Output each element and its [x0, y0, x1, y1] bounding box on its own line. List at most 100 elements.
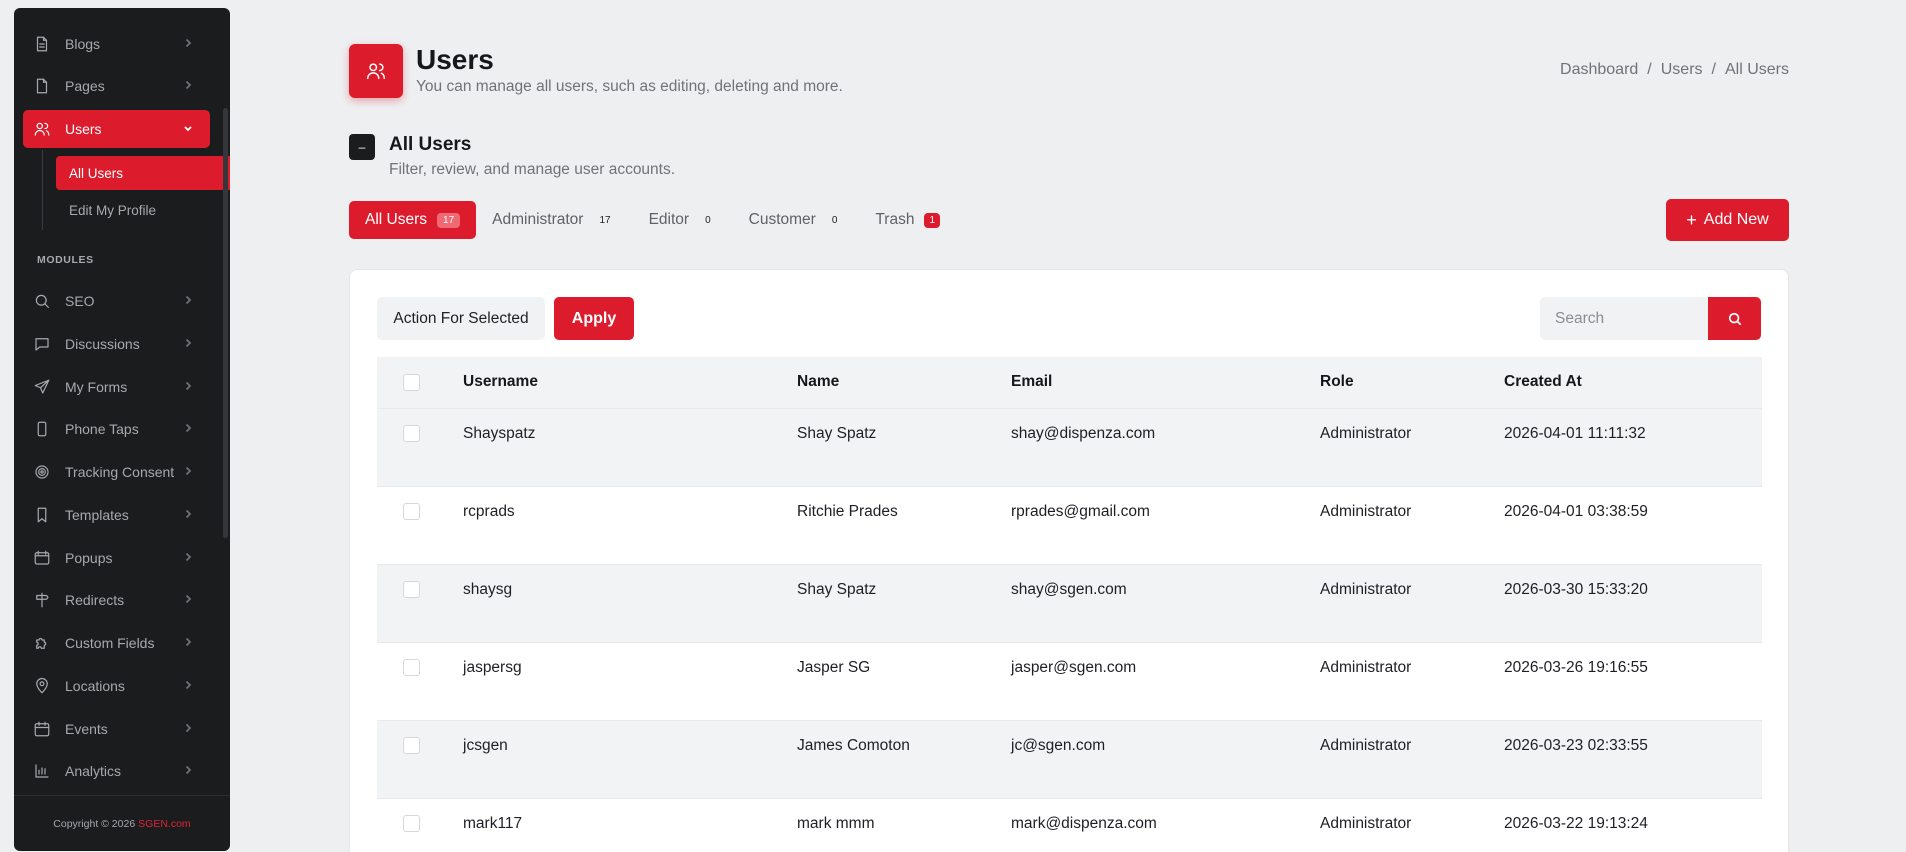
- cell-username[interactable]: jcsgen: [463, 720, 797, 798]
- row-checkbox-cell: [377, 408, 463, 486]
- page-icon: [32, 76, 52, 96]
- chevron-right-icon: [182, 380, 196, 394]
- search-icon: [1728, 312, 1741, 325]
- sidebar-item-label: Discussions: [65, 336, 140, 352]
- sidebar-item-discussions[interactable]: Discussions: [23, 325, 210, 363]
- brand-link[interactable]: SGEN.com: [138, 818, 191, 830]
- tab-editor[interactable]: Editor 0: [633, 201, 733, 239]
- search-button[interactable]: [1708, 297, 1761, 340]
- column-header-username[interactable]: Username: [463, 357, 797, 409]
- row-checkbox[interactable]: [403, 814, 420, 832]
- cell-username[interactable]: mark117: [463, 798, 797, 852]
- sidebar-item-label: Custom Fields: [65, 635, 155, 651]
- users-page-icon: [349, 44, 403, 98]
- column-header-name[interactable]: Name: [797, 357, 1011, 409]
- table-row[interactable]: jcsgen James Comoton jc@sgen.com Administra…: [377, 720, 1762, 798]
- sidebar-item-my-forms[interactable]: My Forms: [23, 368, 210, 406]
- sidebar-item-tracking-consent[interactable]: Tracking Consent: [23, 453, 210, 491]
- sidebar-item-analytics[interactable]: Analytics: [23, 752, 210, 790]
- phone-icon: [32, 419, 52, 439]
- sidebar-item-locations[interactable]: Locations: [23, 667, 210, 705]
- bulk-action-select[interactable]: Action For Selected: [377, 297, 545, 340]
- row-checkbox[interactable]: [403, 424, 420, 442]
- row-checkbox-cell: [377, 720, 463, 798]
- column-header-role[interactable]: Role: [1320, 357, 1504, 409]
- chevron-right-icon: [182, 465, 196, 479]
- tab-customer[interactable]: Customer 0: [733, 201, 860, 239]
- cell-username[interactable]: rcprads: [463, 486, 797, 564]
- chevron-down-icon: [182, 122, 196, 136]
- chevron-right-icon: [182, 79, 196, 93]
- sidebar-subitem-all-users[interactable]: All Users: [56, 156, 230, 190]
- cell-role: Administrator: [1320, 502, 1412, 520]
- cell-role: Administrator: [1320, 658, 1412, 676]
- tab-count-badge: 17: [599, 214, 611, 226]
- sidebar-item-phone-taps[interactable]: Phone Taps: [23, 410, 210, 448]
- column-header-created-at[interactable]: Created At: [1504, 357, 1762, 409]
- signpost-icon: [32, 590, 52, 610]
- cell-email: jc@sgen.com: [1011, 736, 1106, 754]
- sidebar-item-blogs[interactable]: Blogs: [23, 25, 210, 63]
- chat-icon: [32, 334, 52, 354]
- sidebar-item-custom-fields[interactable]: Custom Fields: [23, 624, 210, 662]
- apply-button[interactable]: Apply: [554, 297, 634, 340]
- tab-trash[interactable]: Trash 1: [859, 201, 956, 239]
- tab-label: Customer: [748, 211, 816, 228]
- section-collapse-icon[interactable]: –: [349, 134, 375, 160]
- copyright-text: Copyright © 2026: [53, 817, 136, 830]
- sidebar-item-events[interactable]: Events: [23, 710, 210, 748]
- cell-created-at: 2026-03-22 19:13:24: [1504, 814, 1648, 832]
- tab-count-badge: 17: [437, 212, 461, 228]
- cell-username[interactable]: shaysg: [463, 564, 797, 642]
- row-checkbox[interactable]: [403, 502, 420, 520]
- column-header-email[interactable]: Email: [1011, 357, 1320, 409]
- table-row[interactable]: Shayspatz Shay Spatz shay@dispenza.com Admi…: [377, 408, 1762, 486]
- tab-label: Editor: [648, 211, 690, 228]
- breadcrumb-dashboard[interactable]: Dashboard: [1560, 61, 1638, 79]
- row-checkbox[interactable]: [403, 658, 420, 676]
- sidebar-item-seo[interactable]: SEO: [23, 282, 210, 320]
- table-row[interactable]: mark117 mark mmm mark@dispenza.com Administ…: [377, 798, 1762, 852]
- sidebar-footer: Copyright © 2026 SGEN.com: [14, 795, 230, 851]
- tab-count-badge: 0: [705, 214, 711, 226]
- chevron-right-icon: [182, 764, 196, 778]
- sidebar-item-label: Redirects: [65, 592, 125, 608]
- table-row[interactable]: shaysg Shay Spatz shay@sgen.com Administrat…: [377, 564, 1762, 642]
- breadcrumb-users[interactable]: Users: [1661, 61, 1703, 79]
- cell-created-at: 2026-03-23 02:33:55: [1504, 736, 1648, 754]
- breadcrumb-current: All Users: [1724, 61, 1789, 78]
- sidebar-item-popups[interactable]: Popups: [23, 539, 210, 577]
- table-row[interactable]: rcprads Ritchie Prades rprades@gmail.com Ad…: [377, 486, 1762, 564]
- tab-label: Administrator: [492, 211, 584, 228]
- select-all-checkbox[interactable]: [403, 373, 420, 391]
- table-row[interactable]: jaspersg Jasper SG jasper@sgen.com Administ…: [377, 642, 1762, 720]
- search-icon: [32, 291, 52, 311]
- cell-username[interactable]: jaspersg: [463, 642, 797, 720]
- sidebar-item-redirects[interactable]: Redirects: [23, 581, 210, 619]
- sidebar-item-templates[interactable]: Templates: [23, 496, 210, 534]
- search-box: [1540, 297, 1761, 340]
- calendar-icon: [32, 719, 52, 739]
- bookmark-icon: [32, 505, 52, 525]
- sidebar-item-pages[interactable]: Pages: [23, 67, 210, 105]
- breadcrumb: Dashboard / Users / All Users: [1560, 61, 1789, 79]
- chevron-right-icon: [182, 337, 196, 351]
- tab-administrator[interactable]: Administrator 17: [476, 201, 632, 239]
- chevron-right-icon: [182, 593, 196, 607]
- page-subtitle: You can manage all users, such as editin…: [416, 78, 843, 95]
- row-checkbox[interactable]: [403, 736, 420, 754]
- cell-username[interactable]: Shayspatz: [463, 408, 797, 486]
- row-checkbox-cell: [377, 486, 463, 564]
- tab-count-badge: 0: [831, 214, 838, 226]
- sidebar-item-label: Blogs: [65, 36, 101, 52]
- tab-all-users[interactable]: All Users 17: [349, 201, 477, 239]
- users-table: Username Name Email Role Created At Shay…: [377, 357, 1762, 852]
- cell-email: mark@dispenza.com: [1011, 814, 1157, 832]
- search-input[interactable]: [1540, 297, 1708, 340]
- row-checkbox-cell: [377, 642, 463, 720]
- sidebar-scrollbar[interactable]: [223, 108, 228, 538]
- sidebar-subitem-edit-my-profile[interactable]: Edit My Profile: [56, 193, 230, 227]
- add-new-button[interactable]: + Add New: [1666, 199, 1789, 241]
- sidebar-item-users[interactable]: Users: [23, 110, 210, 148]
- row-checkbox[interactable]: [403, 580, 420, 598]
